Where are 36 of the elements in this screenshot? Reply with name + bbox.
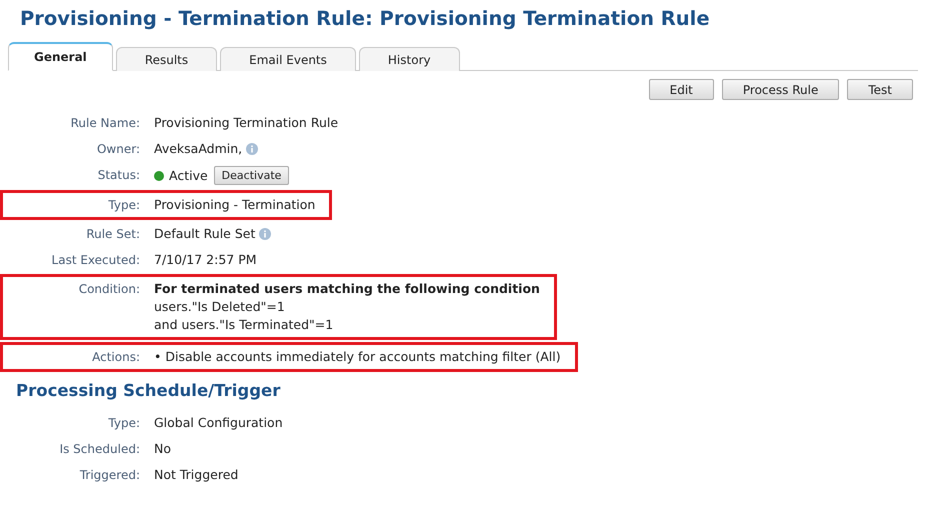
field-label: Triggered:: [78, 467, 140, 484]
condition-heading: For terminated users matching the following condition: [154, 280, 540, 298]
field-label: Rule Name:: [70, 115, 140, 132]
condition-line: users."Is Deleted"=1: [154, 298, 286, 316]
field-label: Last Executed:: [50, 252, 140, 269]
section-heading: Processing Schedule/Trigger: [16, 381, 282, 400]
field-label: Status:: [96, 167, 140, 184]
action-button[interactable]: Edit: [648, 79, 714, 100]
action-button[interactable]: Test: [847, 79, 913, 100]
tab[interactable]: Email Events: [220, 47, 356, 71]
field-value: Global Configuration: [154, 414, 283, 432]
field-value: Provisioning - Termination: [154, 196, 316, 214]
status-value: Active: [169, 166, 208, 184]
field-label: Rule Set:: [85, 226, 140, 243]
action-item: • Disable accounts immediately for accounts matching filter (All): [154, 348, 561, 366]
action-button[interactable]: Process Rule: [722, 79, 840, 100]
field-value: Provisioning Termination Rule: [154, 114, 338, 132]
field-value: No: [154, 440, 171, 458]
field-label: Type:: [107, 197, 140, 214]
tab[interactable]: History: [358, 47, 460, 71]
field-label: Actions:: [91, 349, 140, 366]
field-label: Condition:: [78, 281, 140, 298]
tab[interactable]: General: [8, 42, 113, 71]
field-label: Type:: [107, 415, 140, 432]
field-label: Owner:: [96, 141, 140, 158]
field-label: Is Scheduled:: [58, 441, 140, 458]
field-value: AveksaAdmin,: [154, 140, 242, 158]
info-icon[interactable]: [246, 143, 258, 155]
field-value: Default Rule Set: [154, 225, 256, 243]
tab[interactable]: Results: [116, 47, 218, 71]
page-title: Provisioning - Termination Rule: Provisioning Termination Rule: [20, 6, 711, 32]
field-value: Not Triggered: [154, 466, 238, 484]
condition-line: and users."Is Terminated"=1: [154, 316, 334, 334]
deactivate-button[interactable]: Deactivate: [214, 166, 290, 185]
field-value: 7/10/17 2:57 PM: [154, 251, 257, 269]
info-icon[interactable]: [259, 228, 272, 240]
